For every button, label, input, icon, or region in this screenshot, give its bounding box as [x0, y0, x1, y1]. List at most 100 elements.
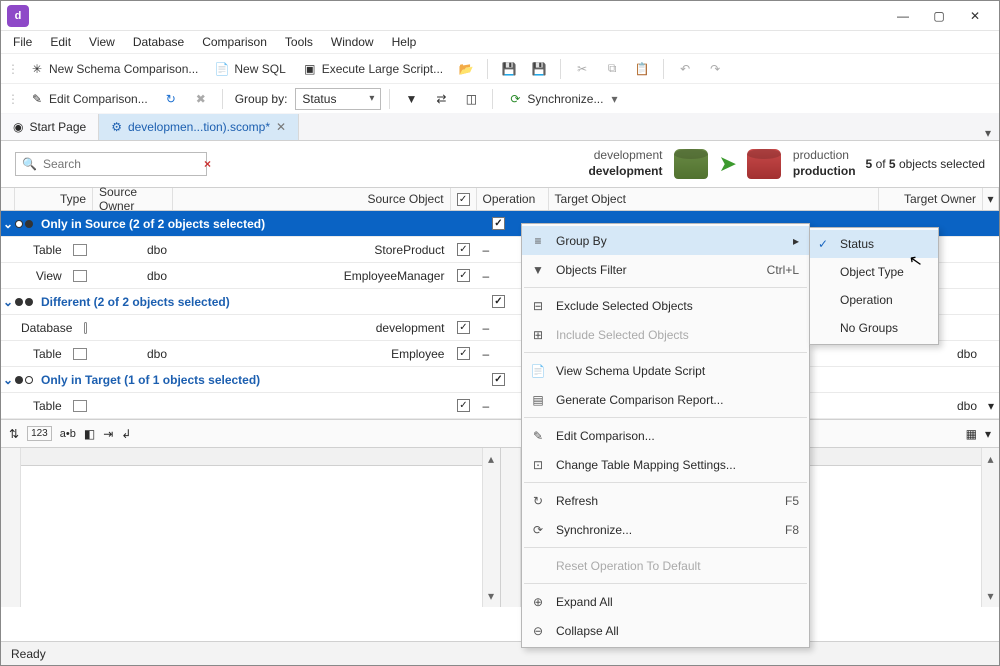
ctx-view-script[interactable]: 📄View Schema Update Script	[522, 356, 809, 385]
new-schema-comparison-button[interactable]: ✳New Schema Comparison...	[23, 57, 204, 81]
save-button[interactable]: 💾	[496, 57, 522, 81]
menu-comparison[interactable]: Comparison	[194, 33, 275, 51]
copy-button[interactable]: ⧉	[599, 57, 625, 81]
row-checkbox[interactable]: ✓	[457, 269, 470, 282]
edit-comparison-button[interactable]: ✎Edit Comparison...	[23, 87, 154, 111]
col-type[interactable]: Type	[15, 188, 93, 210]
submenu-arrow-icon: ▸	[793, 234, 799, 248]
paste-icon: 📋	[634, 61, 650, 77]
filter-button[interactable]: ▼	[398, 87, 424, 111]
ctx-exclude[interactable]: ⊟Exclude Selected Objects	[522, 291, 809, 320]
only-source-icon	[15, 220, 33, 228]
row-checkbox[interactable]: ✓	[457, 243, 470, 256]
ctx-edit-comparison[interactable]: ✎Edit Comparison...	[522, 421, 809, 450]
filter-icon: ▼	[530, 263, 546, 277]
ctx-expand-all[interactable]: ⊕Expand All	[522, 587, 809, 616]
group-checkbox[interactable]: ✓	[492, 373, 505, 386]
scrollbar[interactable]: ▴▾	[981, 448, 999, 607]
col-operation[interactable]: Operation	[477, 188, 549, 210]
ctx-collapse-all[interactable]: ⊖Collapse All	[522, 616, 809, 645]
sync-icon: ⟳	[507, 91, 523, 107]
diff-mode-icon[interactable]: 123	[27, 426, 52, 441]
minimize-button[interactable]: —	[885, 2, 921, 30]
stop-button[interactable]: ✖	[188, 87, 214, 111]
table-row[interactable]: Table ✓ – dbo ▾	[1, 393, 999, 419]
synchronize-button[interactable]: ⟳Synchronize...▾	[501, 87, 623, 111]
menu-window[interactable]: Window	[323, 33, 382, 51]
menu-file[interactable]: File	[5, 33, 40, 51]
menu-edit[interactable]: Edit	[42, 33, 79, 51]
search-input[interactable]: 🔍 ×	[15, 152, 207, 176]
tab-overflow-button[interactable]: ▾	[977, 126, 999, 140]
save-all-button[interactable]: 💾	[526, 57, 552, 81]
scrollbar[interactable]: ▴▾	[482, 448, 500, 607]
layout-button[interactable]: ◫	[458, 87, 484, 111]
row-checkbox[interactable]: ✓	[457, 399, 470, 412]
target-db-block: productionproduction	[747, 148, 856, 179]
diff-wrap-icon[interactable]: ↲	[121, 427, 131, 441]
diff-side-icon[interactable]: ◧	[84, 427, 95, 441]
row-checkbox[interactable]: ✓	[457, 321, 470, 334]
paste-button[interactable]: 📋	[629, 57, 655, 81]
undo-button[interactable]: ↶	[672, 57, 698, 81]
edit-icon: ✎	[530, 429, 546, 443]
status-bar: Ready	[1, 641, 999, 665]
script-icon: 📄	[530, 364, 546, 378]
col-source-owner[interactable]: Source Owner	[93, 188, 173, 210]
ctx-refresh[interactable]: ↻RefreshF5	[522, 486, 809, 515]
close-button[interactable]: ✕	[957, 2, 993, 30]
diff-indent-icon[interactable]: ⇥	[103, 427, 113, 441]
expand-icon[interactable]: ⌄	[1, 373, 15, 387]
row-checkbox[interactable]: ✓	[457, 347, 470, 360]
menu-bar: File Edit View Database Comparison Tools…	[1, 31, 999, 53]
menu-view[interactable]: View	[81, 33, 123, 51]
ctx-objects-filter[interactable]: ▼Objects FilterCtrl+L	[522, 255, 809, 284]
ctx-group-by[interactable]: ≡Group By▸	[522, 226, 809, 255]
col-dropdown[interactable]: ▾	[983, 188, 999, 210]
ctx-generate-report[interactable]: ▤Generate Comparison Report...	[522, 385, 809, 414]
sub-operation[interactable]: Operation	[810, 286, 938, 314]
cut-button[interactable]: ✂	[569, 57, 595, 81]
chevron-down-icon[interactable]: ▾	[988, 399, 994, 413]
group-only-in-target[interactable]: ⌄ Only in Target (1 of 1 objects selecte…	[1, 367, 999, 393]
tab-start-page[interactable]: ◉Start Page	[1, 114, 99, 140]
group-checkbox[interactable]: ✓	[492, 295, 505, 308]
exclude-icon: ⊟	[530, 299, 546, 313]
redo-icon: ↷	[707, 61, 723, 77]
swap-button[interactable]: ⇄	[428, 87, 454, 111]
maximize-button[interactable]: ▢	[921, 2, 957, 30]
group-by-combo[interactable]: Status	[295, 88, 381, 110]
tab-comparison-active[interactable]: ⚙developmen...tion).scomp*✕	[99, 114, 299, 140]
view-icon	[73, 270, 87, 282]
search-field[interactable]	[43, 157, 198, 171]
toolbar-comparison: ⋮ ✎Edit Comparison... ↻ ✖ Group by: Stat…	[1, 83, 999, 113]
toolbar-main: ⋮ ✳New Schema Comparison... 📄New SQL ▣Ex…	[1, 53, 999, 83]
execute-large-script-button[interactable]: ▣Execute Large Script...	[296, 57, 449, 81]
clear-search-icon[interactable]: ×	[204, 157, 211, 171]
new-sql-button[interactable]: 📄New SQL	[208, 57, 291, 81]
tab-close-icon[interactable]: ✕	[276, 120, 286, 134]
expand-icon[interactable]: ⌄	[1, 217, 15, 231]
refresh-button[interactable]: ↻	[158, 87, 184, 111]
redo-button[interactable]: ↷	[702, 57, 728, 81]
col-target-owner[interactable]: Target Owner	[879, 188, 983, 210]
col-select-all[interactable]: ✓	[451, 188, 477, 210]
diff-grid-icon[interactable]: ▦	[966, 427, 977, 441]
context-menu: ≡Group By▸ ▼Objects FilterCtrl+L ⊟Exclud…	[521, 223, 810, 648]
sub-no-groups[interactable]: No Groups	[810, 314, 938, 342]
col-target-object[interactable]: Target Object	[549, 188, 879, 210]
expand-icon[interactable]: ⌄	[1, 295, 15, 309]
toolbar-grip-icon: ⋮	[7, 62, 19, 76]
chevron-down-icon[interactable]: ▾	[985, 427, 991, 441]
col-source-object[interactable]: Source Object	[173, 188, 451, 210]
diff-nav-icon[interactable]: ⇅	[9, 427, 19, 441]
menu-tools[interactable]: Tools	[277, 33, 321, 51]
diff-mode-text-icon[interactable]: a•b	[60, 428, 76, 440]
group-checkbox[interactable]: ✓	[492, 217, 505, 230]
menu-help[interactable]: Help	[384, 33, 425, 51]
save-all-icon: 💾	[531, 61, 547, 77]
ctx-mapping[interactable]: ⊡Change Table Mapping Settings...	[522, 450, 809, 479]
open-dropdown-button[interactable]: 📂	[453, 57, 479, 81]
ctx-synchronize[interactable]: ⟳Synchronize...F8	[522, 515, 809, 544]
menu-database[interactable]: Database	[125, 33, 192, 51]
